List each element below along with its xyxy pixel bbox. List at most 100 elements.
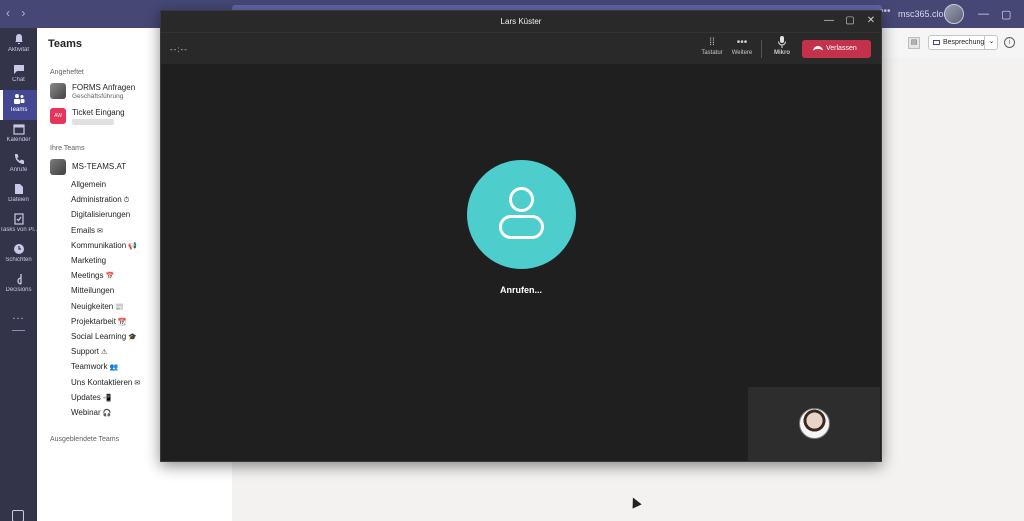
channel-item[interactable]: Administration ⏱ (71, 195, 129, 205)
channel-name: Neuigkeiten (71, 301, 114, 311)
rail-item-shifts[interactable]: Schichten (0, 240, 37, 270)
channel-name: Marketing (71, 256, 107, 265)
rail-more-icon[interactable]: ... (0, 310, 37, 322)
chevron-down-icon[interactable]: ⌄ (984, 35, 998, 50)
your-teams-header: Ihre Teams (50, 145, 85, 152)
ellipsis-icon: ••• (736, 37, 748, 48)
channel-item[interactable]: Teamwork 👥 (71, 362, 118, 371)
channel-item[interactable]: Updates 📲 (71, 393, 112, 402)
call-window: Lars Küster — ▢ ✕ --:-- ⁞⁞ Tastatur ••• … (160, 10, 882, 462)
minimize-icon[interactable]: — (978, 8, 989, 20)
channel-emoji: 📆 (117, 318, 127, 326)
channel-emoji: 📅 (105, 273, 115, 281)
info-icon[interactable]: i (1004, 37, 1015, 48)
forward-icon[interactable]: › (21, 6, 25, 20)
channel-item[interactable]: Emails ✉ (71, 226, 103, 235)
pinned-title: Ticket Eingang (72, 108, 125, 117)
user-avatar[interactable] (944, 4, 964, 24)
self-avatar (799, 408, 830, 439)
hidden-teams-header[interactable]: Ausgeblendete Teams (50, 436, 119, 443)
channel-emoji: ⏱ (123, 197, 130, 205)
channel-name: Teamwork (71, 362, 108, 372)
rail-item-activity[interactable]: Aktivität (0, 30, 37, 60)
rail-item-chat[interactable]: Chat (0, 60, 37, 90)
pinned-header: Angeheftet (50, 69, 84, 76)
channel-name: Allgemein (71, 180, 107, 189)
channel-name: Digitalisierungen (71, 210, 131, 220)
person-icon-body (499, 215, 544, 239)
rail-label: Aktivität (7, 47, 29, 53)
channel-emoji: 📢 (128, 242, 137, 250)
app-rail: Aktivität Chat Teams Kalender Anrufe Dat… (0, 28, 37, 521)
channel-emoji: 🎓 (128, 334, 137, 341)
history-nav[interactable]: ‹ › (6, 6, 33, 20)
call-toolbar: --:-- ⁞⁞ Tastatur ••• Weitere Mikro Verl… (161, 32, 881, 64)
rail-item-teams[interactable]: Teams (0, 90, 37, 120)
rail-label: Kalender (6, 137, 31, 143)
channel-item[interactable]: Allgemein (71, 180, 106, 189)
team-badge: AW (50, 108, 66, 124)
rail-label: Tasks von Pl... (0, 227, 37, 233)
channel-name: Administration (71, 195, 122, 205)
rail-item-decisions[interactable]: Decisions (0, 270, 37, 300)
channel-name: Updates (71, 392, 101, 402)
channel-item[interactable]: Kommunikation 📢 (71, 241, 137, 250)
channel-item[interactable]: Projektarbeit 📆 (71, 317, 127, 326)
rail-label: Chat (12, 77, 25, 83)
channel-item[interactable]: Mitteilungen (71, 286, 114, 295)
channel-name: Projektarbeit (71, 316, 116, 326)
mic-label: Mikro (773, 50, 790, 56)
channel-emoji: 📰 (115, 303, 124, 311)
apps-icon[interactable] (12, 510, 24, 521)
window-maximize-icon[interactable]: ▢ (842, 14, 858, 28)
panel-title: Teams (48, 38, 83, 50)
file-icon (14, 184, 23, 194)
camera-icon (933, 40, 940, 45)
trash-icon[interactable]: ▤ (908, 37, 920, 49)
window-minimize-icon[interactable]: — (821, 14, 837, 28)
redacted-subtitle (72, 119, 114, 125)
maximize-icon[interactable]: ▢ (1001, 8, 1011, 21)
phone-icon (14, 154, 24, 164)
team-avatar (50, 159, 66, 175)
rail-item-files[interactable]: Dateien (0, 180, 37, 210)
channel-item[interactable]: Social Learning 🎓 (71, 332, 137, 341)
channel-item[interactable]: Marketing (71, 256, 106, 265)
channel-emoji: 📲 (102, 394, 112, 402)
rail-label: Dateien (8, 197, 29, 203)
more-actions-button[interactable]: ••• Weitere (727, 36, 757, 56)
channel-name: Kommunikation (71, 240, 127, 250)
channel-item[interactable]: Support ⚠ (71, 347, 107, 356)
chat-icon (13, 65, 24, 74)
rail-item-calls[interactable]: Anrufe (0, 150, 37, 180)
channel-emoji: 👥 (109, 364, 119, 372)
channel-name: Social Learning (71, 332, 127, 341)
more-label: Weitere (731, 50, 753, 56)
call-timer: --:-- (170, 45, 188, 54)
rail-label: Decisions (5, 287, 32, 293)
keypad-button[interactable]: ⁞⁞ Tastatur (697, 36, 727, 56)
channel-emoji: ⚠ (101, 349, 108, 357)
pinned-subtitle: Geschäftsführung (72, 93, 124, 100)
channel-emoji: 🎧 (102, 410, 112, 417)
channel-item[interactable]: Uns Kontaktieren ✉ (71, 378, 140, 387)
self-video-preview[interactable] (748, 387, 880, 461)
leave-button[interactable]: Verlassen (802, 40, 871, 58)
toolbar-divider (761, 40, 762, 58)
keypad-label: Tastatur (701, 50, 723, 56)
mic-button[interactable]: Mikro (767, 36, 797, 56)
channel-name: Webinar (71, 408, 101, 417)
channel-item[interactable]: Digitalisierungen (71, 210, 130, 219)
callee-avatar (467, 160, 576, 269)
channel-item[interactable]: Meetings 📅 (71, 271, 114, 280)
rail-item-calendar[interactable]: Kalender (0, 120, 37, 150)
clock-icon (13, 244, 24, 254)
rail-item-tasks[interactable]: Tasks von Pl... (0, 210, 37, 240)
channel-item[interactable]: Neuigkeiten 📰 (71, 302, 124, 311)
calendar-icon (12, 124, 25, 135)
pinned-title: FORMS Anfragen (72, 83, 136, 92)
channel-item[interactable]: Webinar 🎧 (71, 408, 111, 417)
window-close-icon[interactable]: ✕ (863, 14, 879, 28)
call-status: Anrufen... (500, 285, 542, 295)
back-icon[interactable]: ‹ (6, 6, 10, 20)
